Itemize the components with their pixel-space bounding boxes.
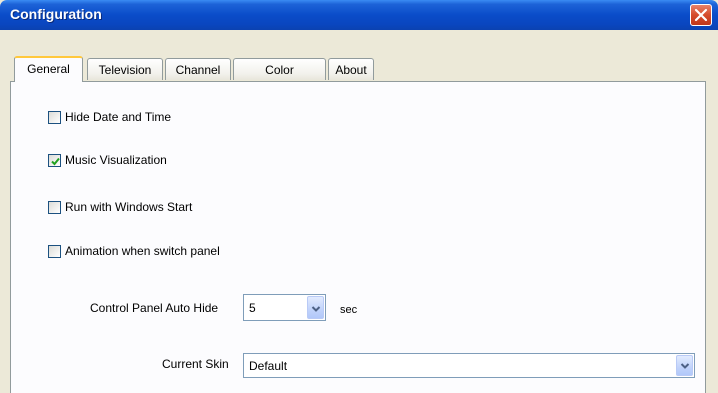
tab-label: Television [98, 63, 152, 77]
chevron-down-icon [311, 306, 321, 312]
auto-hide-unit: sec [340, 304, 358, 316]
tab-channel[interactable]: Channel [165, 58, 231, 80]
auto-hide-value: 5 [249, 301, 256, 315]
title-bar: Configuration [0, 0, 718, 30]
music-visualization-checkbox[interactable] [48, 153, 61, 167]
animation-switch-option[interactable]: Animation when switch panel [48, 243, 220, 259]
window-title: Configuration [10, 6, 102, 22]
auto-hide-label: Control Panel Auto Hide [90, 301, 219, 315]
skin-label: Current Skin [162, 357, 229, 371]
run-windows-start-option[interactable]: Run with Windows Start [48, 199, 192, 215]
close-button[interactable] [690, 4, 712, 26]
checkbox-label: Animation when switch panel [65, 244, 220, 258]
chevron-down-icon [680, 363, 690, 369]
tab-label: General [27, 62, 70, 76]
checkbox-label: Music Visualization [65, 153, 167, 167]
skin-dropdown-button[interactable] [676, 355, 693, 376]
tab-label: Channel [175, 63, 221, 77]
tab-color[interactable]: Color [233, 58, 326, 80]
close-icon [694, 8, 708, 22]
auto-hide-dropdown-button[interactable] [307, 296, 324, 319]
tab-label: Color [265, 63, 294, 77]
checkbox-label: Run with Windows Start [65, 200, 193, 214]
checkbox-label: Hide Date and Time [65, 110, 172, 124]
checkmark-icon [51, 157, 60, 165]
auto-hide-select[interactable]: 5 [243, 294, 326, 321]
hide-date-time-checkbox[interactable] [48, 110, 61, 124]
skin-value: Default [249, 359, 288, 373]
run-windows-start-checkbox[interactable] [48, 200, 61, 214]
tab-general[interactable]: General [14, 56, 83, 82]
animation-switch-checkbox[interactable] [48, 244, 61, 258]
music-visualization-option[interactable]: Music Visualization [48, 152, 167, 168]
tab-label: About [335, 63, 367, 77]
skin-select[interactable]: Default [243, 353, 695, 378]
general-panel [10, 81, 706, 393]
tab-television[interactable]: Television [87, 58, 163, 80]
hide-date-time-option[interactable]: Hide Date and Time [48, 109, 171, 125]
tab-about[interactable]: About [328, 58, 374, 80]
